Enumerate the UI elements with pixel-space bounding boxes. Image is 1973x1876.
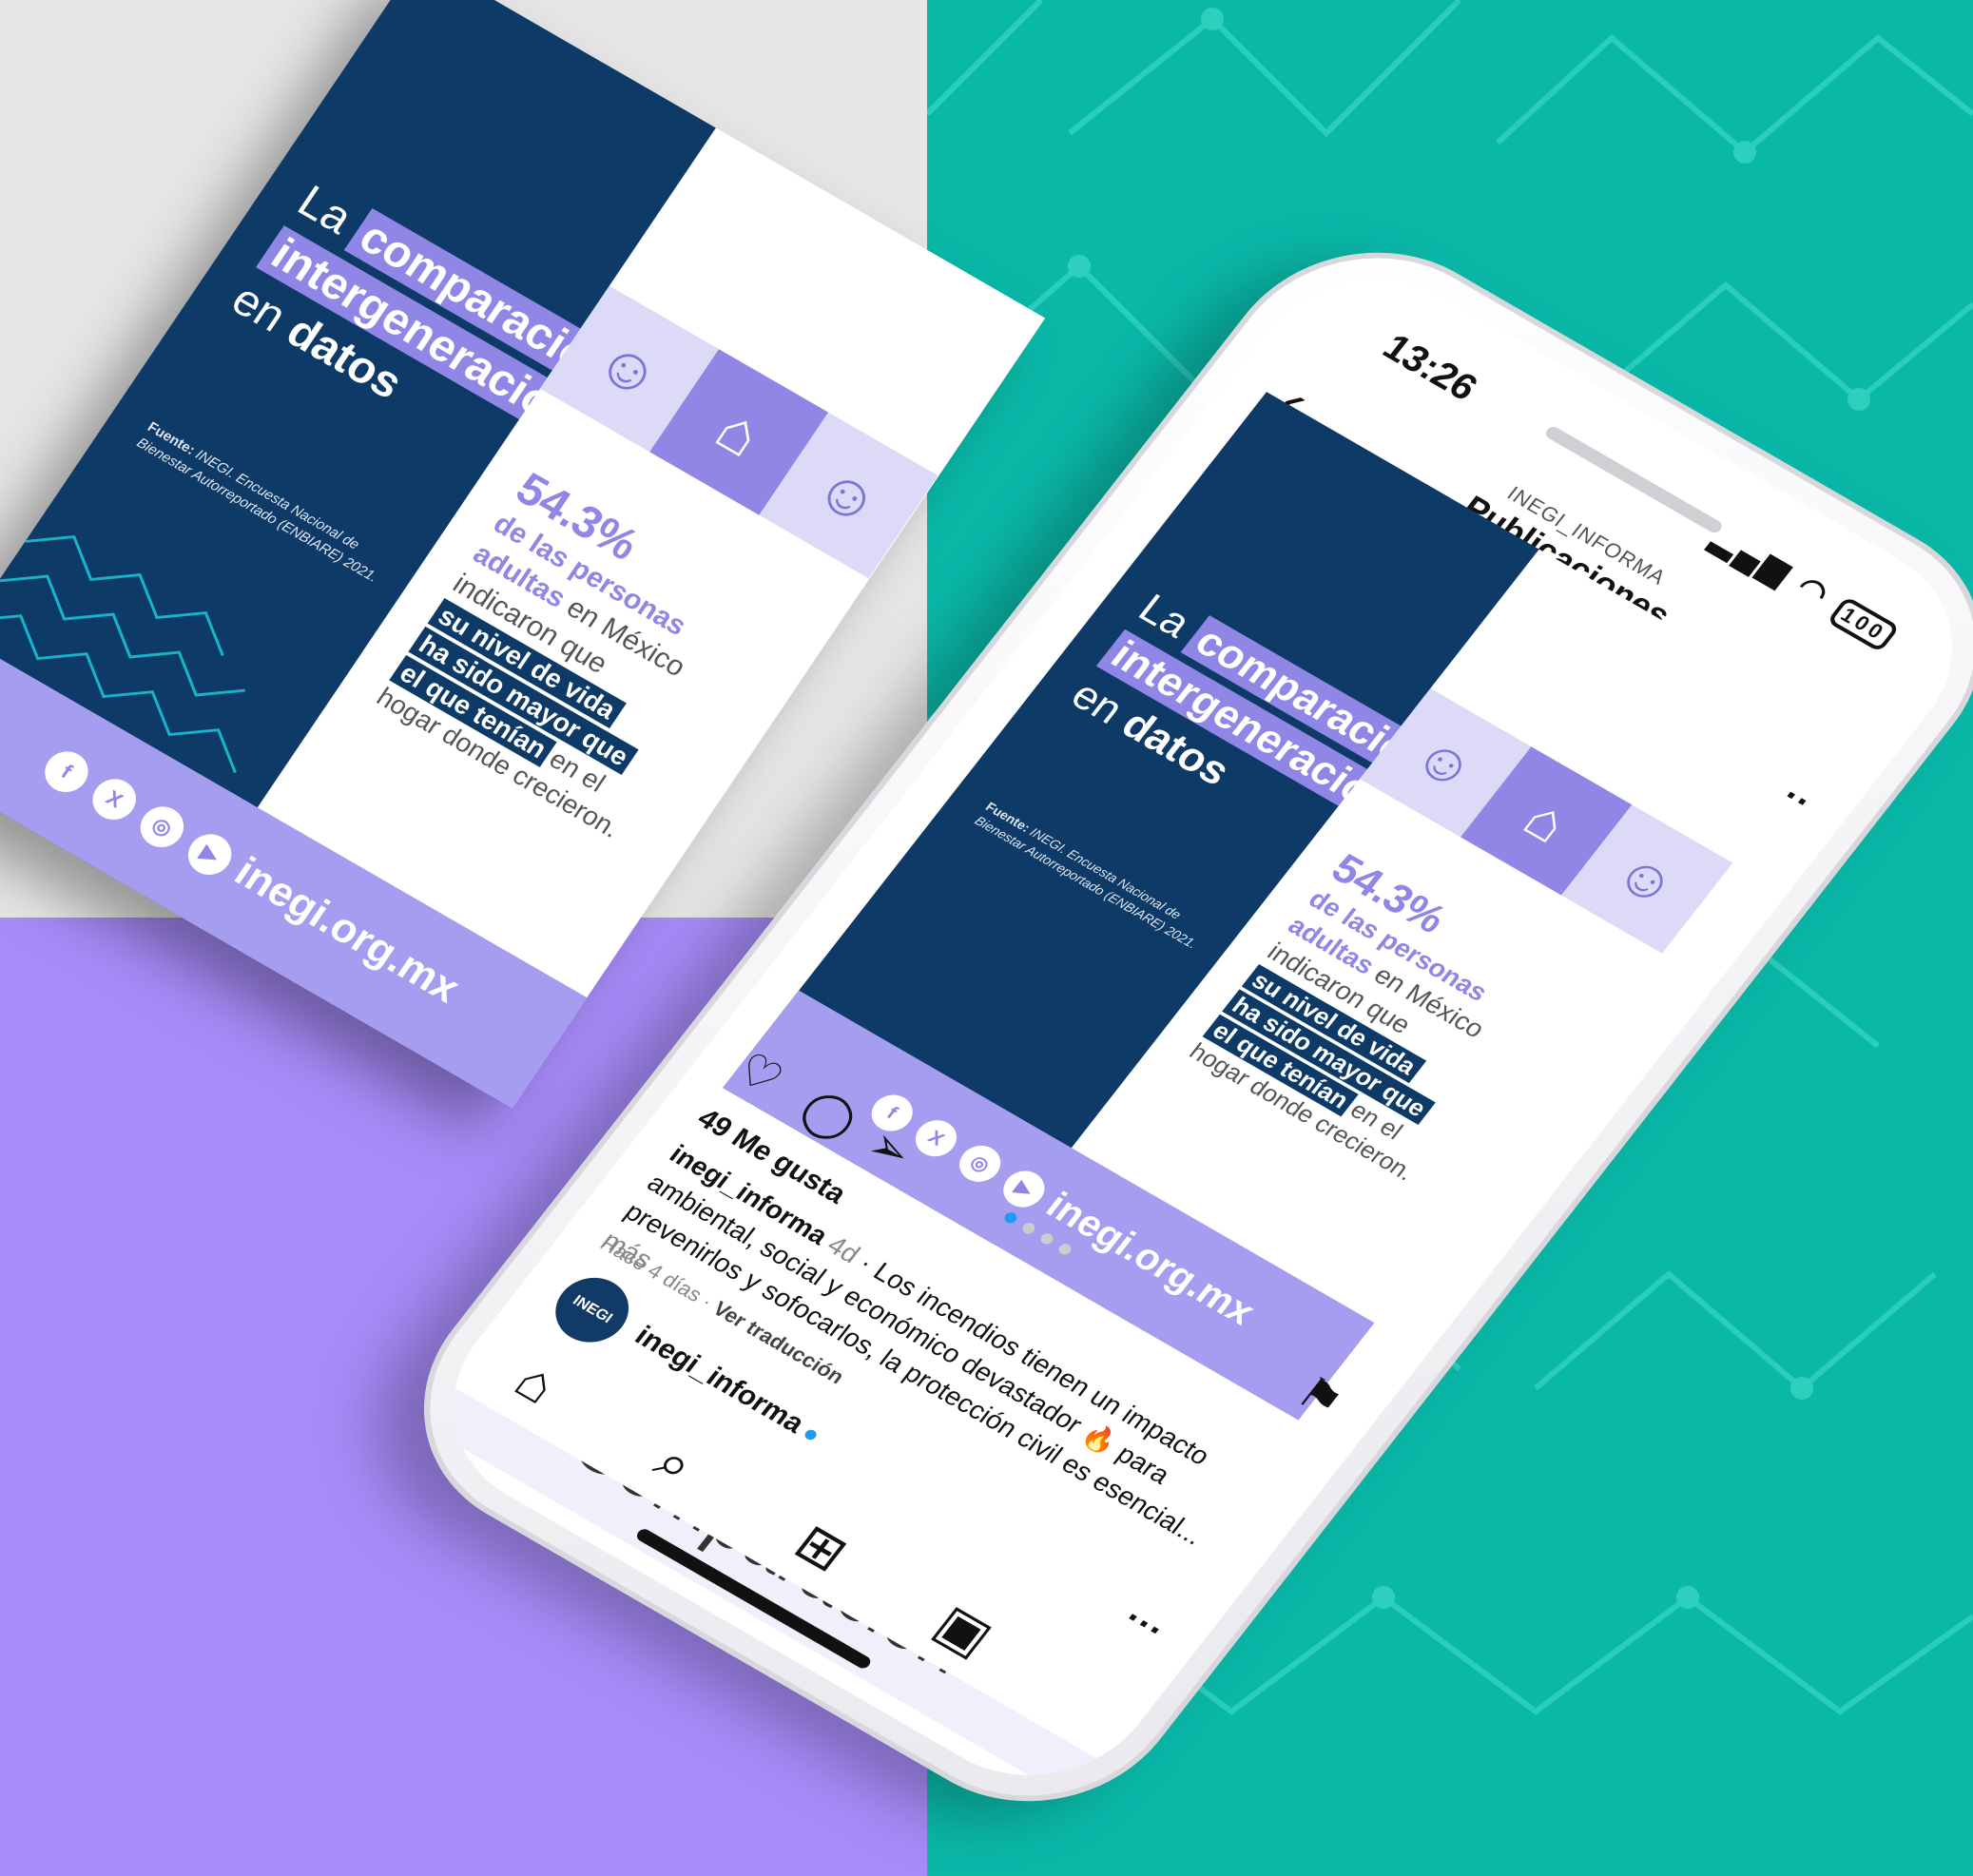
carousel-dot — [1019, 1221, 1037, 1236]
bookmark-icon[interactable]: ⚑ — [1286, 1366, 1354, 1429]
card-source: Fuente: INEGI. Encuesta Nacional de Bien… — [132, 418, 393, 588]
clock: 13:26 — [1375, 326, 1486, 409]
facebook-icon: f — [36, 744, 97, 800]
title-en: en — [222, 274, 296, 342]
carousel-dot — [1001, 1210, 1019, 1226]
create-tab-icon[interactable]: ⊞ — [783, 1512, 861, 1584]
carousel-dot — [1038, 1231, 1055, 1247]
search-tab-icon[interactable]: ⌕ — [642, 1431, 707, 1497]
home-tab-icon[interactable]: ⌂ — [503, 1350, 570, 1416]
battery-icon: 100 — [1827, 595, 1901, 653]
x-icon: X — [84, 771, 145, 827]
signal-icon: ▂▄▆ — [1705, 520, 1801, 592]
source-text: INEGI. Encuesta Nacional de Bienestar Au… — [971, 813, 1200, 953]
youtube-icon: ▶ — [180, 826, 241, 882]
carousel-dot — [1056, 1242, 1074, 1257]
card-source: Fuente: INEGI. Encuesta Nacional de Bien… — [971, 799, 1212, 954]
reels-tab-icon[interactable]: ▣ — [922, 1593, 1005, 1668]
instagram-icon: ◎ — [132, 799, 192, 855]
caption-age: 4d — [822, 1229, 866, 1269]
wifi-icon: ◠ — [1789, 569, 1840, 614]
more-options-button[interactable]: ··· — [1114, 1598, 1174, 1652]
source-text: INEGI. Encuesta Nacional de Bienestar Au… — [133, 435, 381, 586]
title-en: en — [1062, 672, 1132, 733]
avatar[interactable]: INEGI — [541, 1266, 644, 1355]
